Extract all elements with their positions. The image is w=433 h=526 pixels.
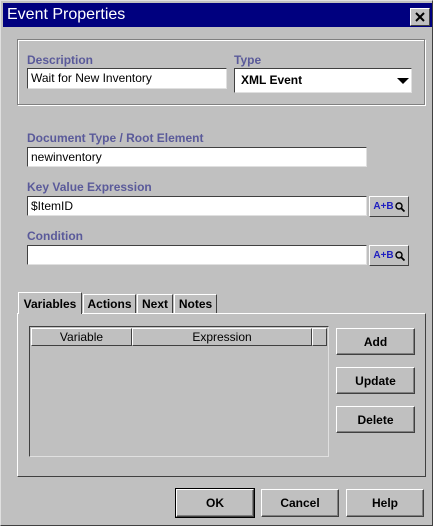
cancel-button-label: Cancel xyxy=(280,496,320,510)
delete-button-label: Delete xyxy=(357,412,394,427)
help-button[interactable]: Help xyxy=(346,489,424,517)
expression-button-label: A+B xyxy=(373,250,394,261)
key-value-label: Key Value Expression xyxy=(27,180,152,194)
delete-button[interactable]: Delete xyxy=(336,406,415,433)
condition-input[interactable] xyxy=(27,245,367,265)
variables-table[interactable]: Variable Expression xyxy=(29,326,329,457)
type-select[interactable]: XML Event xyxy=(234,68,412,93)
close-icon xyxy=(415,12,425,22)
chevron-down-icon xyxy=(397,78,409,84)
key-value-input[interactable]: $ItemID xyxy=(27,196,367,216)
doc-type-input[interactable]: newinventory xyxy=(27,147,367,167)
ok-button[interactable]: OK xyxy=(175,488,255,518)
key-value-expression-button[interactable]: A+B xyxy=(369,196,409,217)
column-header-filler xyxy=(312,328,327,346)
tab-next[interactable]: Next xyxy=(137,294,173,313)
condition-label: Condition xyxy=(27,229,83,243)
column-header-expression[interactable]: Expression xyxy=(132,328,312,346)
title-bar[interactable]: Event Properties xyxy=(3,3,432,27)
expression-button-label: A+B xyxy=(373,201,394,212)
update-button-label: Update xyxy=(355,373,396,388)
tab-actions[interactable]: Actions xyxy=(83,294,136,313)
description-label: Description xyxy=(27,53,94,67)
type-select-value: XML Event xyxy=(241,73,303,87)
magnifier-icon xyxy=(394,201,405,212)
column-header-label: Expression xyxy=(192,330,252,344)
description-input[interactable]: Wait for New Inventory xyxy=(27,68,227,89)
tab-variables[interactable]: Variables xyxy=(18,292,82,314)
add-button-label: Add xyxy=(363,334,388,349)
tab-label: Notes xyxy=(178,297,213,311)
magnifier-icon xyxy=(394,250,405,261)
update-button[interactable]: Update xyxy=(336,367,415,394)
add-button[interactable]: Add xyxy=(336,328,415,355)
ok-button-label: OK xyxy=(206,496,224,510)
window-title: Event Properties xyxy=(7,6,126,23)
condition-expression-button[interactable]: A+B xyxy=(369,245,409,266)
tab-label: Variables xyxy=(23,296,77,311)
type-label: Type xyxy=(234,53,262,67)
tab-label: Actions xyxy=(87,297,132,311)
column-header-label: Variable xyxy=(59,330,104,344)
tab-notes[interactable]: Notes xyxy=(174,294,217,313)
help-button-label: Help xyxy=(371,496,398,510)
tab-label: Next xyxy=(141,297,168,311)
column-header-variable[interactable]: Variable xyxy=(31,328,132,346)
doc-type-label: Document Type / Root Element xyxy=(27,131,204,145)
close-button[interactable] xyxy=(410,8,430,26)
cancel-button[interactable]: Cancel xyxy=(261,489,339,517)
dialog-window: Event Properties Description Wait for Ne… xyxy=(0,0,433,526)
